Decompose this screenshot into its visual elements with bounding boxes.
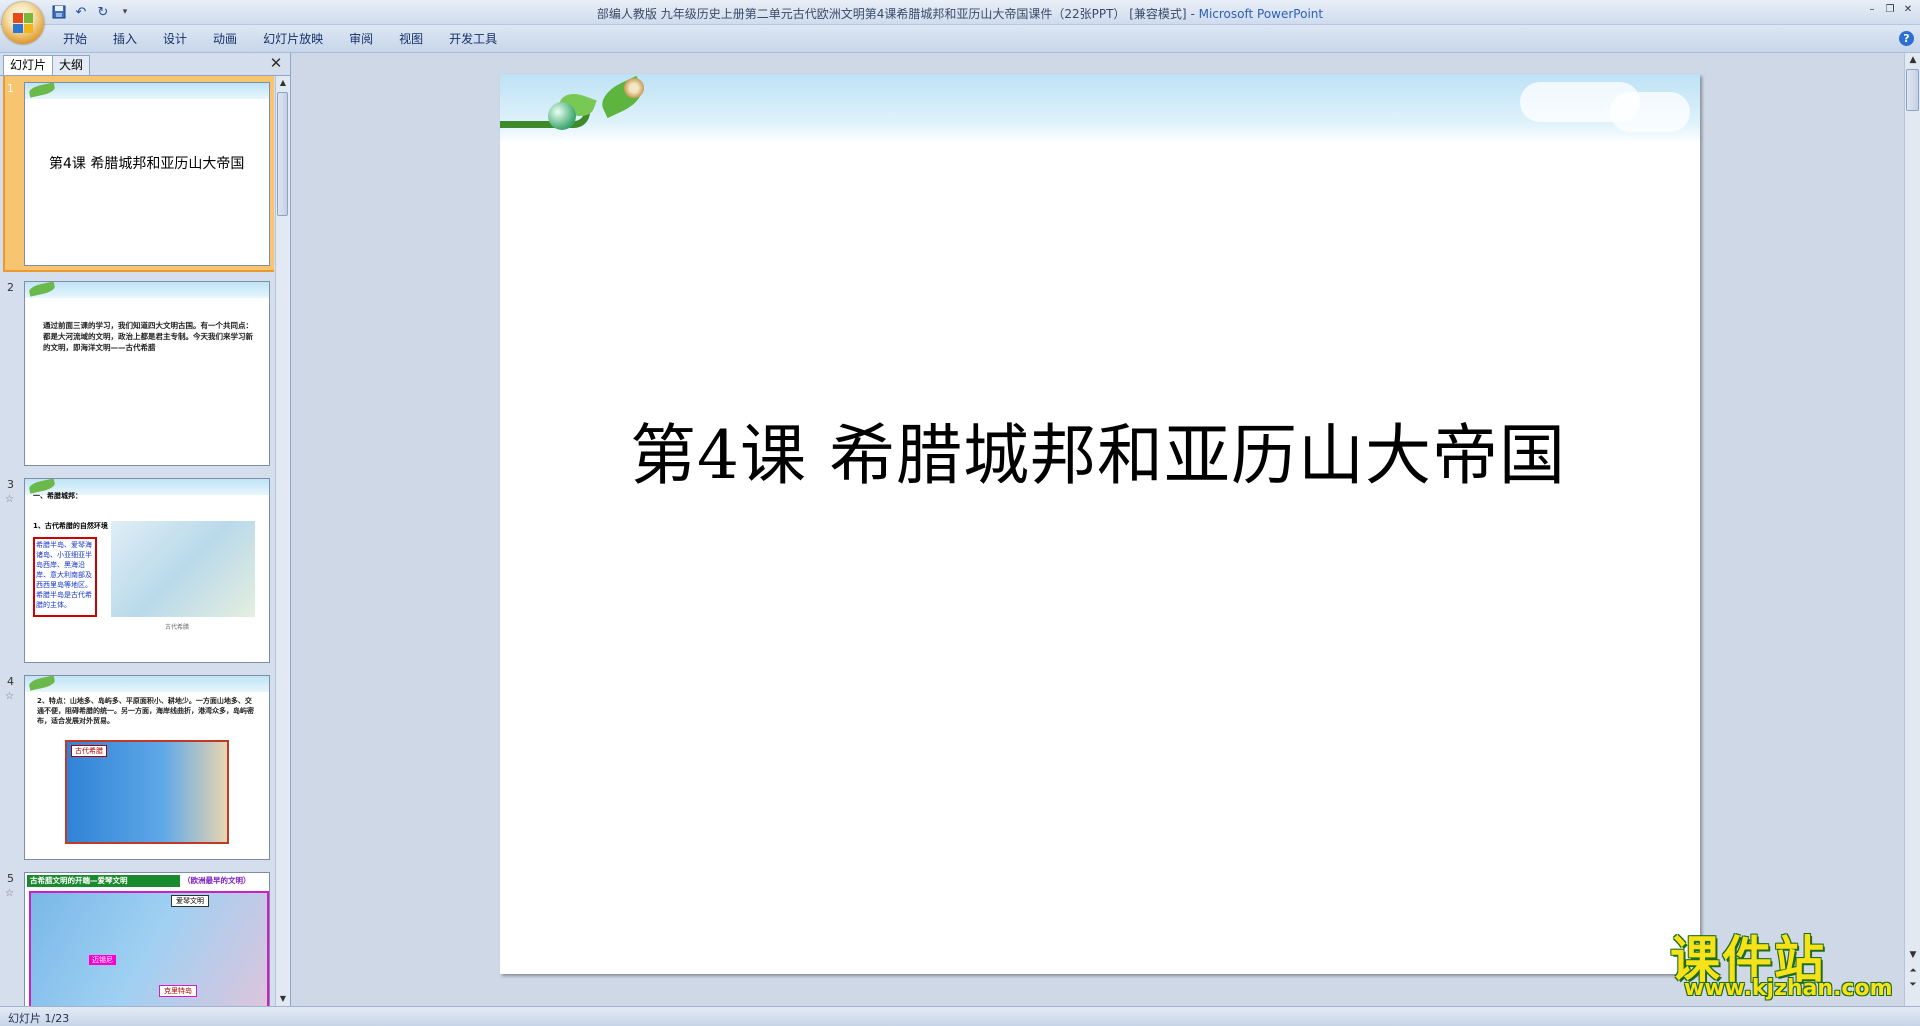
site-watermark: 课件站 www.kjzhan.com bbox=[1670, 920, 1910, 1006]
ribbon-tabs: 开始 插入 设计 动画 幻灯片放映 审阅 视图 开发工具 bbox=[50, 30, 510, 48]
slide-thumbnail-3[interactable]: 3 ☆ 一、希腊城邦： 1、古代希腊的自然环境 希腊半岛、爱琴海诸岛、小亚细亚半… bbox=[0, 476, 274, 666]
app-name: Microsoft PowerPoint bbox=[1198, 7, 1324, 21]
slide-header-decoration bbox=[25, 282, 269, 298]
slide-body-text: 通过前面三课的学习，我们知道四大文明古国。有一个共同点：都是大河流域的文明，政治… bbox=[43, 321, 253, 352]
map-caption: 古代希腊 bbox=[165, 624, 190, 631]
water-drop-icon bbox=[548, 102, 576, 130]
slide-title[interactable]: 第4课 希腊城邦和亚历山大帝国 bbox=[630, 402, 1630, 498]
status-bar: 幻灯片 1/23 bbox=[0, 1006, 1920, 1026]
slide-heading: 一、希腊城邦： bbox=[33, 492, 82, 500]
office-logo-icon bbox=[13, 13, 33, 33]
slide-thumbnail-2[interactable]: 2 通过前面三课的学习，我们知道四大文明古国。有一个共同点：都是大河流域的文明，… bbox=[0, 279, 274, 469]
slide-heading: 古希腊文明的开端—爱琴文明 bbox=[27, 875, 180, 887]
scroll-down-icon[interactable]: ▼ bbox=[276, 992, 290, 1006]
slide-editor: 第4课 希腊城邦和亚历山大帝国 bbox=[291, 53, 1903, 1006]
pane-tabs: 幻灯片 大纲 ✕ bbox=[0, 53, 290, 76]
current-slide[interactable]: 第4课 希腊城邦和亚历山大帝国 bbox=[500, 74, 1700, 974]
slide-preview: 通过前面三课的学习，我们知道四大文明古国。有一个共同点：都是大河流域的文明，政治… bbox=[24, 281, 270, 466]
scroll-thumb[interactable] bbox=[277, 92, 288, 216]
title-bar: ↶ ↻ ▾ 部编人教版 九年级历史上册第二单元古代欧洲文明第4课希腊城邦和亚历山… bbox=[0, 0, 1920, 25]
tab-slideshow[interactable]: 幻灯片放映 bbox=[250, 30, 336, 48]
slide-number: 5 bbox=[7, 872, 14, 885]
slide-thumbnail-5[interactable]: 5 ☆ 古希腊文明的开端—爱琴文明 （欧洲最早的文明） 爱琴文明 迈锡尼 克里特… bbox=[0, 870, 274, 1006]
map-label: 爱琴文明 bbox=[171, 895, 209, 907]
map-image: 爱琴文明 迈锡尼 克里特岛 bbox=[29, 891, 269, 1006]
slide-thumbnail-1[interactable]: 1 第4课 希腊城邦和亚历山大帝国 bbox=[0, 76, 274, 272]
map-image: 古代希腊 bbox=[65, 740, 229, 844]
slide-header-decoration bbox=[25, 83, 269, 99]
help-icon[interactable]: ? bbox=[1899, 31, 1914, 46]
slide-thumbnails: 1 第4课 希腊城邦和亚历山大帝国 2 通过前面三课的学习，我们知道四大文明古国… bbox=[0, 76, 274, 1006]
slide-number: 4 bbox=[7, 675, 14, 688]
tab-view[interactable]: 视图 bbox=[386, 30, 436, 48]
slide-number: 1 bbox=[7, 82, 14, 95]
slide-text-box: 希腊半岛、爱琴海诸岛、小亚细亚半岛西岸、黑海沿岸、意大利南部及西西里岛等地区。希… bbox=[33, 537, 97, 617]
ribbon: 开始 插入 设计 动画 幻灯片放映 审阅 视图 开发工具 ? bbox=[0, 25, 1920, 53]
map-label: 古代希腊 bbox=[71, 745, 107, 757]
slides-pane: 幻灯片 大纲 ✕ 1 第4课 希腊城邦和亚历山大帝国 2 通过前面三课的学习，我… bbox=[0, 53, 291, 1006]
slide-title: 第4课 希腊城邦和亚历山大帝国 bbox=[49, 156, 245, 172]
slide-counter: 幻灯片 1/23 bbox=[8, 1012, 70, 1025]
snail-icon bbox=[624, 78, 644, 98]
document-title: 部编人教版 九年级历史上册第二单元古代欧洲文明第4课希腊城邦和亚历山大帝国课件（… bbox=[596, 7, 1126, 21]
minimize-icon[interactable]: – bbox=[1864, 3, 1880, 17]
tab-review[interactable]: 审阅 bbox=[336, 30, 386, 48]
restore-icon[interactable]: ❐ bbox=[1882, 3, 1898, 17]
close-icon[interactable]: ✕ bbox=[268, 55, 284, 71]
animation-star-icon: ☆ bbox=[5, 494, 14, 505]
tab-design[interactable]: 设计 bbox=[150, 30, 200, 48]
tab-home[interactable]: 开始 bbox=[50, 30, 100, 48]
slide-number: 3 bbox=[7, 478, 14, 491]
slide-preview: 古希腊文明的开端—爱琴文明 （欧洲最早的文明） 爱琴文明 迈锡尼 克里特岛 bbox=[24, 872, 270, 1006]
scroll-thumb[interactable] bbox=[1906, 69, 1919, 111]
scroll-up-icon[interactable]: ▲ bbox=[276, 76, 290, 90]
scroll-up-icon[interactable]: ▲ bbox=[1905, 53, 1920, 67]
map-label: 迈锡尼 bbox=[89, 955, 116, 965]
slide-subheading: （欧洲最早的文明） bbox=[183, 876, 251, 885]
pane-scrollbar[interactable]: ▲ ▼ bbox=[275, 76, 290, 1006]
map-label: 克里特岛 bbox=[159, 985, 197, 997]
slide-header-decoration bbox=[25, 676, 269, 692]
cloud-decoration bbox=[1610, 92, 1690, 132]
slide-preview: 第4课 希腊城邦和亚历山大帝国 bbox=[24, 82, 270, 266]
office-button[interactable] bbox=[2, 2, 44, 44]
compat-mode: [兼容模式] bbox=[1129, 7, 1187, 21]
slide-thumbnail-4[interactable]: 4 ☆ 2、特点：山地多、岛屿多、平原面积小、耕地少。一方面山地多、交通不便，阻… bbox=[0, 673, 274, 863]
slide-header-decoration bbox=[500, 74, 1700, 144]
tab-insert[interactable]: 插入 bbox=[100, 30, 150, 48]
slide-subheading: 1、古代希腊的自然环境 bbox=[33, 522, 108, 530]
tab-slides[interactable]: 幻灯片 bbox=[3, 55, 54, 75]
map-image bbox=[111, 521, 255, 617]
watermark-url: www.kjzhan.com bbox=[1684, 976, 1893, 1001]
slide-body-text: 2、特点：山地多、岛屿多、平原面积小、耕地少。一方面山地多、交通不便，阻碍希腊的… bbox=[37, 697, 254, 725]
tab-animations[interactable]: 动画 bbox=[200, 30, 250, 48]
slide-preview: 2、特点：山地多、岛屿多、平原面积小、耕地少。一方面山地多、交通不便，阻碍希腊的… bbox=[24, 675, 270, 860]
editor-scrollbar[interactable]: ▲ ▼ ⏶ ⏷ bbox=[1904, 53, 1920, 1006]
tab-outline[interactable]: 大纲 bbox=[52, 55, 91, 75]
slide-preview: 一、希腊城邦： 1、古代希腊的自然环境 希腊半岛、爱琴海诸岛、小亚细亚半岛西岸、… bbox=[24, 478, 270, 663]
tab-developer[interactable]: 开发工具 bbox=[436, 30, 510, 48]
close-icon[interactable]: ✕ bbox=[1900, 3, 1916, 17]
window-title: 部编人教版 九年级历史上册第二单元古代欧洲文明第4课希腊城邦和亚历山大帝国课件（… bbox=[596, 7, 1324, 21]
animation-star-icon: ☆ bbox=[5, 888, 14, 899]
slide-number: 2 bbox=[7, 281, 14, 294]
window-controls: – ❐ ✕ bbox=[1864, 3, 1916, 17]
animation-star-icon: ☆ bbox=[5, 691, 14, 702]
